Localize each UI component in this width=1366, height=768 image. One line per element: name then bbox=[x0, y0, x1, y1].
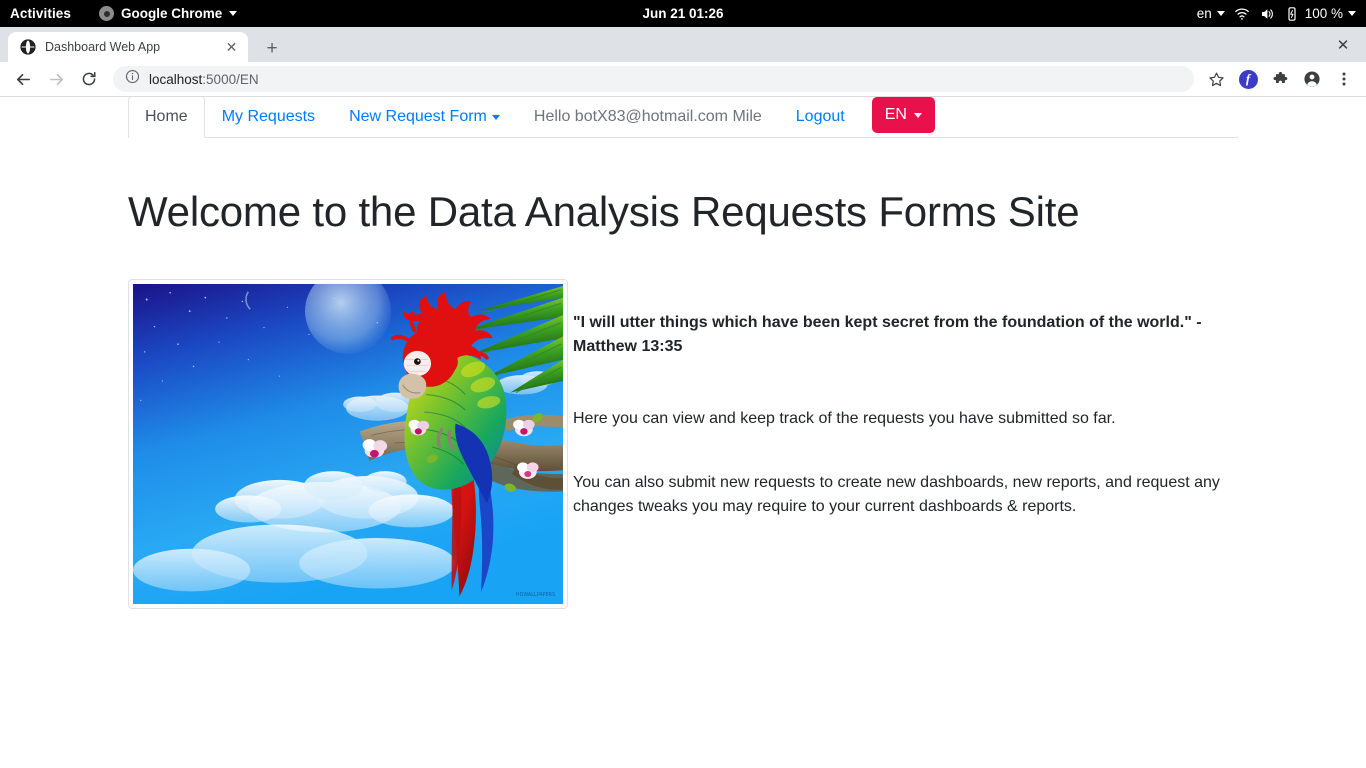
three-dot-menu-icon[interactable] bbox=[1330, 65, 1358, 93]
forward-arrow-icon bbox=[41, 64, 71, 94]
page-viewport: Home My Requests New Request Form Hello … bbox=[0, 97, 1366, 768]
content-row: HDWALLPAPERS "I will utter things which … bbox=[128, 279, 1238, 609]
chevron-down-icon bbox=[1348, 11, 1356, 16]
extension-letter: f bbox=[1238, 69, 1258, 89]
page-container: Home My Requests New Request Form Hello … bbox=[128, 97, 1238, 609]
reload-icon[interactable] bbox=[74, 64, 104, 94]
nav-item-my-requests[interactable]: My Requests bbox=[205, 97, 332, 138]
close-icon[interactable]: ✕ bbox=[223, 39, 240, 56]
info-circle-icon[interactable] bbox=[125, 69, 140, 89]
activities-button[interactable]: Activities bbox=[0, 6, 85, 21]
browser-toolbar: localhost:5000/EN f bbox=[0, 62, 1366, 97]
chevron-down-icon bbox=[1216, 11, 1225, 16]
chevron-down-icon bbox=[913, 112, 922, 118]
nav-item-home[interactable]: Home bbox=[128, 97, 205, 138]
address-bar[interactable]: localhost:5000/EN bbox=[113, 66, 1194, 92]
toolbar-actions: f bbox=[1202, 65, 1358, 93]
window-close-button[interactable]: ✕ bbox=[1330, 32, 1356, 58]
main-navigation: Home My Requests New Request Form Hello … bbox=[128, 97, 1238, 138]
browser-tab[interactable]: Dashboard Web App ✕ bbox=[8, 32, 248, 62]
intro-paragraph-1: Here you can view and keep track of the … bbox=[573, 410, 1116, 427]
puzzle-piece-icon[interactable] bbox=[1266, 65, 1294, 93]
volume-icon bbox=[1259, 6, 1275, 22]
chevron-down-icon bbox=[491, 114, 500, 120]
scripture-quote: "I will utter things which have been kep… bbox=[573, 314, 1202, 355]
system-status-area[interactable]: en 100 % bbox=[1197, 6, 1366, 22]
star-icon[interactable] bbox=[1202, 65, 1230, 93]
chevron-down-icon bbox=[229, 11, 238, 16]
nav-item-logout[interactable]: Logout bbox=[779, 97, 862, 138]
globe-icon bbox=[20, 39, 36, 55]
macaw-parrot-sky-illustration: HDWALLPAPERS bbox=[133, 284, 563, 604]
intro-text-column: "I will utter things which have been kep… bbox=[568, 279, 1228, 609]
url-host: localhost bbox=[149, 71, 203, 87]
keyboard-layout-label: en bbox=[1196, 6, 1212, 21]
nav-item-new-request-form[interactable]: New Request Form bbox=[332, 97, 517, 138]
new-tab-button[interactable]: + bbox=[258, 34, 286, 62]
battery-indicator[interactable]: 100 % bbox=[1284, 6, 1356, 22]
account-circle-icon[interactable] bbox=[1298, 65, 1326, 93]
language-selector-label: EN bbox=[884, 106, 907, 123]
battery-level-label: 100 % bbox=[1304, 6, 1343, 21]
nav-item-label: My Requests bbox=[221, 108, 316, 125]
extension-badge-icon[interactable]: f bbox=[1234, 65, 1262, 93]
keyboard-layout-indicator[interactable]: en bbox=[1197, 6, 1225, 21]
intro-paragraph-2: You can also submit new requests to crea… bbox=[573, 474, 1220, 515]
browser-tab-strip: Dashboard Web App ✕ + ✕ bbox=[0, 27, 1366, 62]
nav-item-label: Logout bbox=[795, 108, 845, 125]
language-selector-button[interactable]: EN bbox=[871, 97, 935, 133]
app-menu-label: Google Chrome bbox=[121, 6, 223, 21]
back-arrow-icon[interactable] bbox=[8, 64, 38, 94]
svg-text:HDWALLPAPERS: HDWALLPAPERS bbox=[516, 592, 555, 598]
nav-item-user-greeting: Hello botX83@hotmail.com Mile bbox=[517, 97, 779, 138]
wifi-icon bbox=[1234, 6, 1250, 22]
browser-tab-title: Dashboard Web App bbox=[45, 40, 161, 54]
address-bar-url: localhost:5000/EN bbox=[149, 72, 259, 87]
system-top-bar: Activities Google Chrome Jun 21 01:26 en bbox=[0, 0, 1366, 27]
nav-item-label: Hello botX83@hotmail.com Mile bbox=[533, 108, 762, 125]
nav-item-label: New Request Form bbox=[349, 108, 487, 125]
url-path: :5000/EN bbox=[202, 71, 259, 87]
page-title: Welcome to the Data Analysis Requests Fo… bbox=[128, 188, 1080, 235]
nav-item-label: Home bbox=[145, 108, 188, 125]
battery-icon bbox=[1284, 6, 1300, 22]
hero-image-thumbnail: HDWALLPAPERS bbox=[128, 279, 568, 609]
app-menu-chrome[interactable]: Google Chrome bbox=[99, 6, 238, 21]
chrome-icon bbox=[99, 6, 115, 21]
